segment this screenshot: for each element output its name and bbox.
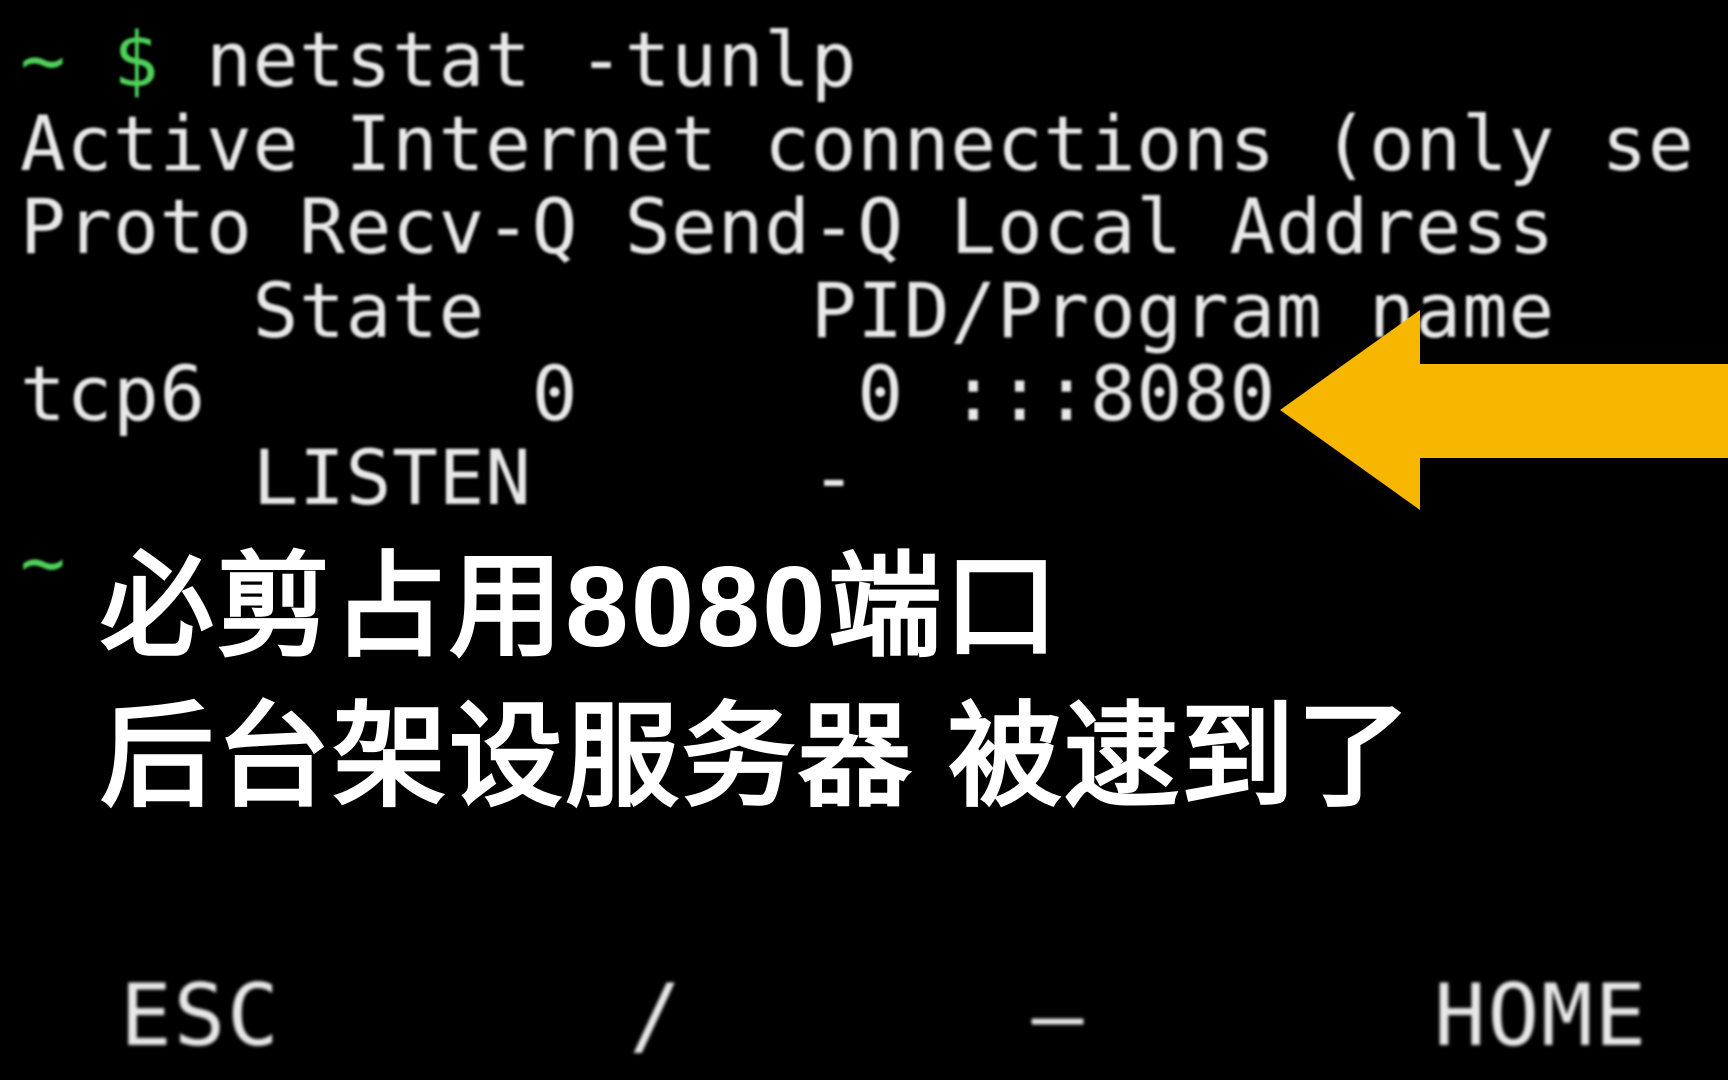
prompt-line: ~ $ netstat -tunlp: [0, 18, 1728, 102]
output-line-5: LISTEN -: [0, 436, 1728, 520]
proto: tcp6: [20, 349, 206, 438]
pid: -: [811, 433, 858, 522]
col-pid: PID/Program name: [811, 266, 1555, 355]
command-text: netstat -tunlp: [206, 15, 857, 104]
prompt-tilde-2: ~: [20, 517, 67, 606]
output-line-4: tcp6 0 0 :::8080: [0, 352, 1728, 436]
key-esc: ESC: [120, 966, 281, 1066]
sendq: 0: [857, 349, 904, 438]
local-addr: :::8080: [950, 349, 1276, 438]
output-line-3: State PID/Program name: [0, 269, 1728, 353]
key-slash: /: [629, 966, 683, 1066]
output-line-2: Proto Recv-Q Send-Q Local Address: [0, 185, 1728, 269]
key-hint-bar: ESC / — HOME: [0, 966, 1728, 1066]
caption-line-2: 后台架设服务器 被逮到了: [100, 692, 1413, 823]
key-home: HOME: [1434, 966, 1648, 1066]
state: LISTEN: [253, 433, 532, 522]
recvq: 0: [532, 349, 579, 438]
output-line-1: Active Internet connections (only se: [0, 102, 1728, 186]
col-state: State: [253, 266, 486, 355]
terminal-output: ~ $ netstat -tunlp Active Internet conne…: [0, 0, 1728, 1080]
key-dash: —: [1032, 966, 1086, 1066]
caption-line-1: 必剪占用8080端口: [100, 542, 1060, 673]
prompt-tilde: ~ $: [20, 15, 206, 104]
